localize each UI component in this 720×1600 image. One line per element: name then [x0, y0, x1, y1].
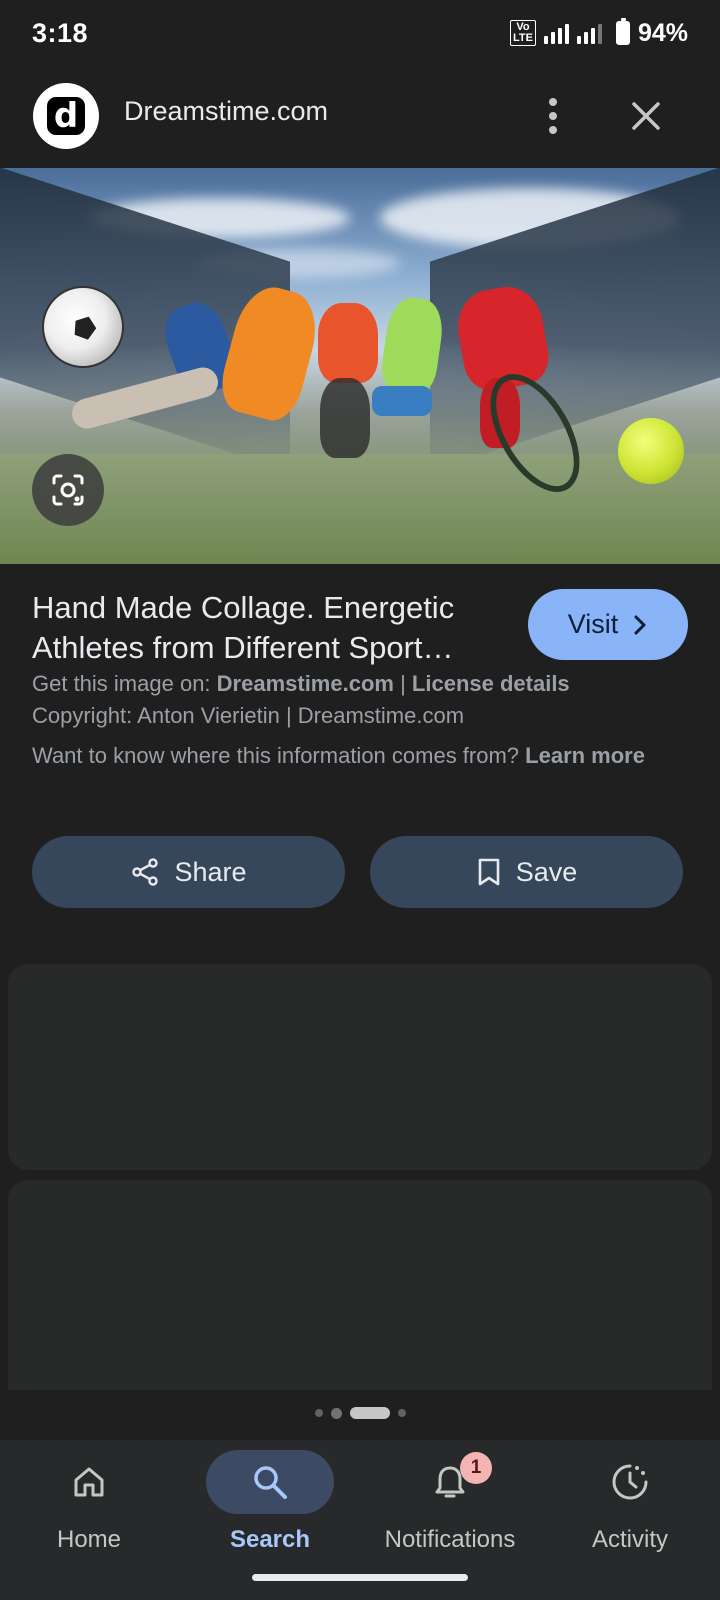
home-indicator[interactable] [252, 1574, 468, 1581]
search-icon [254, 1466, 287, 1499]
visit-button[interactable]: Visit [528, 589, 688, 660]
volte-icon: Vo LTE [509, 20, 536, 46]
battery-percent: 94% [637, 18, 688, 47]
signal-2-icon [576, 22, 602, 44]
share-button[interactable]: Share [32, 836, 345, 908]
save-button[interactable]: Save [370, 836, 683, 908]
more-vert-icon[interactable] [533, 94, 573, 138]
chevron-right-icon [634, 615, 646, 634]
share-label: Share [174, 856, 247, 887]
activity-icon [612, 1464, 648, 1500]
nav-search[interactable]: Search [185, 1450, 355, 1560]
source-header: d Dreamstime.com [0, 80, 720, 152]
license-details-link[interactable]: License details [412, 671, 570, 696]
status-icons: Vo LTE 94% [509, 18, 688, 48]
site-logo[interactable]: d [33, 83, 99, 149]
close-icon[interactable] [624, 94, 668, 138]
save-label: Save [515, 856, 578, 887]
visit-label: Visit [567, 609, 619, 639]
site-logo-letter: d [47, 97, 85, 135]
page-dot [314, 1409, 323, 1417]
signal-icon [543, 22, 569, 44]
loading-card [8, 1180, 712, 1390]
lens-icon[interactable] [32, 454, 104, 526]
image-title[interactable]: Hand Made Collage. Energetic Athletes fr… [32, 588, 502, 668]
loading-card [8, 964, 712, 1170]
nav-activity-label: Activity [591, 1526, 668, 1553]
title-line-2: Athletes from Different Sport… [32, 630, 454, 665]
home-icon [74, 1467, 104, 1497]
page-dot-active [349, 1407, 390, 1419]
battery-icon [615, 18, 630, 45]
site-name[interactable]: Dreamstime.com [124, 96, 328, 127]
nav-home[interactable]: Home [4, 1450, 174, 1560]
page-dot [330, 1407, 342, 1419]
soccer-ball-graphic [42, 286, 124, 368]
info-source-line: Want to know where this information come… [32, 743, 645, 768]
nav-home-label: Home [56, 1526, 122, 1553]
learn-more-link[interactable]: Learn more [525, 743, 645, 768]
nav-notifications-label: Notifications [384, 1526, 516, 1553]
status-bar: 3:18 Vo LTE 94% [0, 0, 720, 66]
page-indicator [0, 1400, 720, 1426]
status-time: 3:18 [32, 17, 89, 48]
bookmark-icon [478, 858, 500, 886]
title-line-1: Hand Made Collage. Energetic [32, 590, 455, 625]
copyright-line: Copyright: Anton Vierietin | Dreamstime.… [32, 703, 465, 728]
nav-notifications[interactable]: 1 Notifications [365, 1450, 535, 1560]
notification-badge: 1 [460, 1452, 492, 1484]
tennis-ball-graphic [618, 418, 684, 484]
get-image-site-link[interactable]: Dreamstime.com [217, 671, 394, 696]
nav-search-label: Search [229, 1526, 311, 1553]
page-dot [397, 1409, 406, 1417]
result-image[interactable] [0, 168, 720, 564]
nav-activity[interactable]: Activity [545, 1450, 715, 1560]
share-icon [132, 858, 159, 886]
get-image-line: Get this image on: Dreamstime.com | Lice… [32, 671, 570, 696]
